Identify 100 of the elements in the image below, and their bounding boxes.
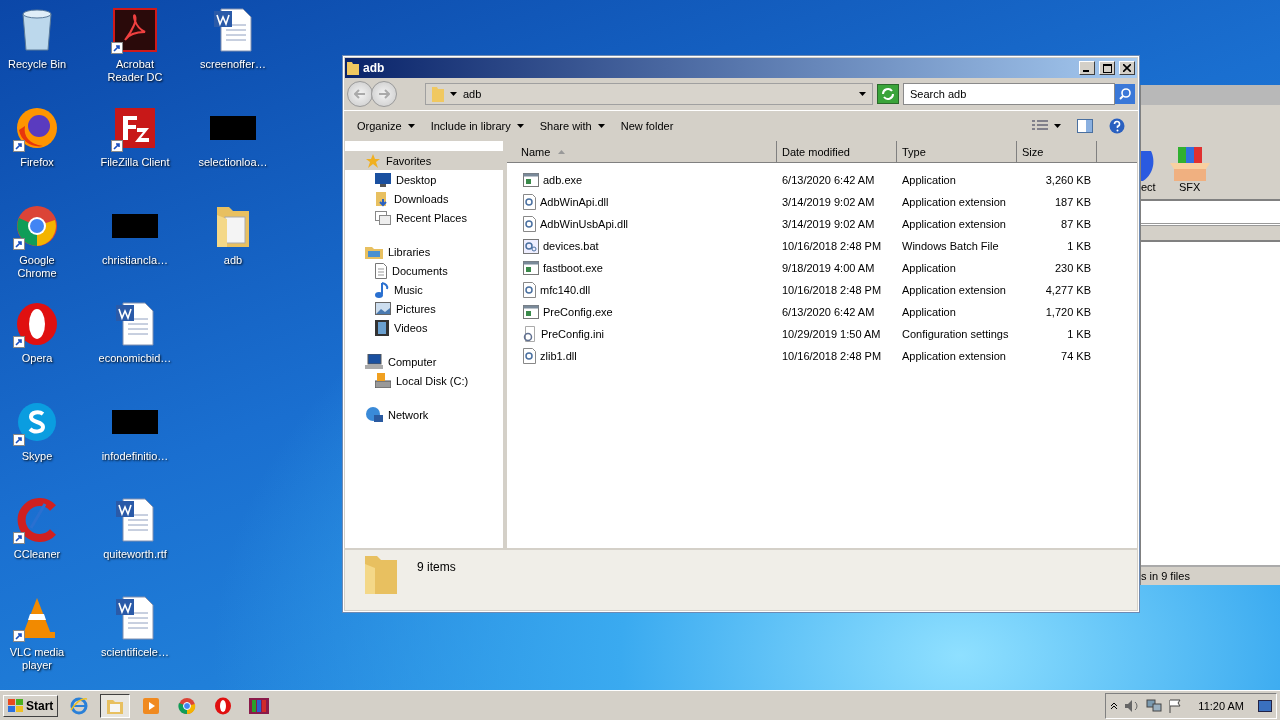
file-row[interactable]: mfc140.dll 10/16/2018 2:48 PM Application extension 4,277 KB [507,279,1137,301]
show-desktop-icon[interactable] [1258,699,1272,712]
folder-icon [347,61,359,75]
nav-item[interactable]: Computer [345,352,503,371]
desktop-icon-label[interactable]: scientificele… [98,646,172,659]
nav-item[interactable]: Pictures [345,299,503,318]
nav-item[interactable]: Music [345,280,503,299]
desktop-icon-label[interactable]: economicbid… [98,352,172,365]
opera-icon [15,302,59,346]
type-cell-text: Windows Batch File [901,240,1000,252]
library-folder-icon [365,244,383,259]
size-cell-text: 3,260 KB [1044,174,1092,186]
gear-window-icon [523,238,539,254]
desktop-icon-label[interactable]: Opera [0,352,74,365]
network-icon[interactable] [1146,698,1163,713]
file-row[interactable]: adb.exe 6/13/2020 6:42 AM Application 3,260 KB [507,169,1137,191]
size-cell-text: 1 KB [1066,328,1092,340]
nav-item[interactable]: Documents [345,261,503,280]
refresh-icon [881,87,895,101]
desktop-icon-label[interactable]: Firefox [0,156,74,169]
search-button[interactable] [1115,84,1135,104]
nav-item[interactable]: Recent Places [345,208,503,227]
date-cell-text: 10/16/2018 2:48 PM [781,284,883,296]
toolbar-button[interactable]: ect [1141,149,1156,193]
shortcut-arrow-icon [13,336,25,348]
address-bar[interactable]: adb [425,83,873,105]
command-button[interactable]: Include in library [424,118,530,134]
redacted-thumbnail [112,410,158,434]
gear-document-icon [523,194,536,210]
desktop-icon-label[interactable]: FileZilla Client [98,156,172,169]
desktop-icon-label[interactable]: quiteworth.rtf [98,548,172,561]
file-name: fastboot.exe [543,262,603,274]
start-button[interactable]: Start [3,694,59,717]
shortcut-arrow-icon [13,532,25,544]
desktop-icon-label[interactable]: selectionloa… [196,156,270,169]
size-cell-text: 187 KB [1053,196,1092,208]
file-row[interactable]: devices.bat 10/16/2018 2:48 PM Windows Batch File 1 KB [507,235,1137,257]
search-field[interactable]: Search adb [903,83,1115,105]
clock[interactable]: 11:20 AM [1198,699,1244,712]
caret-icon [1054,124,1061,128]
settings-file-icon [523,326,537,342]
size-cell-text: 74 KB [1060,350,1092,362]
minimize-button[interactable] [1079,61,1095,75]
nav-item[interactable]: Downloads [345,189,503,208]
close-button[interactable] [1119,61,1135,75]
gear-document-icon [523,348,536,364]
nav-item[interactable]: Desktop [345,170,503,189]
file-row[interactable]: PreConfig.exe 6/13/2020 6:42 AM Application 1,720 KB [507,301,1137,323]
column-header[interactable]: Size [1017,141,1097,163]
file-row[interactable]: PreConfig.ini 10/29/2019 1:50 AM Configuration settings 1 KB [507,323,1137,345]
taskbar-app-button[interactable] [100,693,131,718]
refresh-button[interactable] [877,84,899,104]
file-row[interactable]: AdbWinUsbApi.dll 3/14/2019 9:02 AM Application extension 87 KB [507,213,1137,235]
command-button[interactable]: New folder [614,118,680,134]
column-header[interactable]: Date modified [777,141,897,163]
caret-icon [516,124,524,128]
file-row[interactable]: zlib1.dll 10/16/2018 2:48 PM Application extension 74 KB [507,345,1137,367]
desktop-icon-label[interactable]: Skype [0,450,74,463]
toolbar-button[interactable]: SFX [1169,145,1210,193]
command-button[interactable]: Organize [351,118,421,134]
shortcut-arrow-icon [111,42,123,54]
speaker-icon[interactable] [1124,698,1141,713]
desktop-icon-label[interactable]: CCleaner [0,548,74,561]
recent-places-icon [375,210,391,225]
nav-item[interactable]: Network [345,405,503,424]
shortcut-arrow-icon [111,140,123,152]
landscape-icon [375,302,391,315]
file-name: mfc140.dll [540,284,591,296]
nav-item[interactable]: Favorites [345,151,503,170]
column-header[interactable]: Type [897,141,1017,163]
folder-icon [363,554,399,596]
file-row[interactable]: fastboot.exe 9/18/2019 4:00 AM Application 230 KB [507,257,1137,279]
file-row[interactable]: AdbWinApi.dll 3/14/2019 9:02 AM Application extension 187 KB [507,191,1137,213]
archive-box-icon [1169,145,1210,181]
chevron-up-icon[interactable] [1110,701,1119,710]
filezilla-icon [113,106,157,150]
desktop-icon-label[interactable]: Recycle Bin [0,58,74,71]
shortcut-arrow-icon [13,630,25,642]
command-button[interactable]: Share with [533,118,611,134]
film-strip-icon [375,319,389,336]
desktop-icon-label[interactable]: Google Chrome [0,254,74,280]
size-cell-text: 87 KB [1060,218,1092,230]
flag-icon[interactable] [1168,698,1183,713]
desktop-icon-label[interactable]: christiancla… [98,254,172,267]
help-icon [1109,118,1125,134]
column-header[interactable]: Name [507,141,777,163]
desktop-icon-label[interactable]: screenoffer… [196,58,270,71]
monitor-icon [375,172,391,187]
nav-item[interactable]: Local Disk (C:) [345,371,503,390]
desktop-icon-label[interactable]: adb [196,254,270,267]
nav-item[interactable]: Libraries [345,242,503,261]
desktop-icon-label[interactable]: Acrobat Reader DC [98,58,172,84]
close-icon [1123,64,1131,72]
date-cell-text: 10/16/2018 2:48 PM [781,240,883,252]
nav-item[interactable]: Videos [345,318,503,337]
desktop-icon-label[interactable]: infodefinitio… [98,450,172,463]
desktop-icon-label[interactable]: VLC media player [0,646,74,672]
application-icon [523,173,539,187]
maximize-button[interactable] [1099,61,1115,75]
type-cell-text: Application [901,174,957,186]
